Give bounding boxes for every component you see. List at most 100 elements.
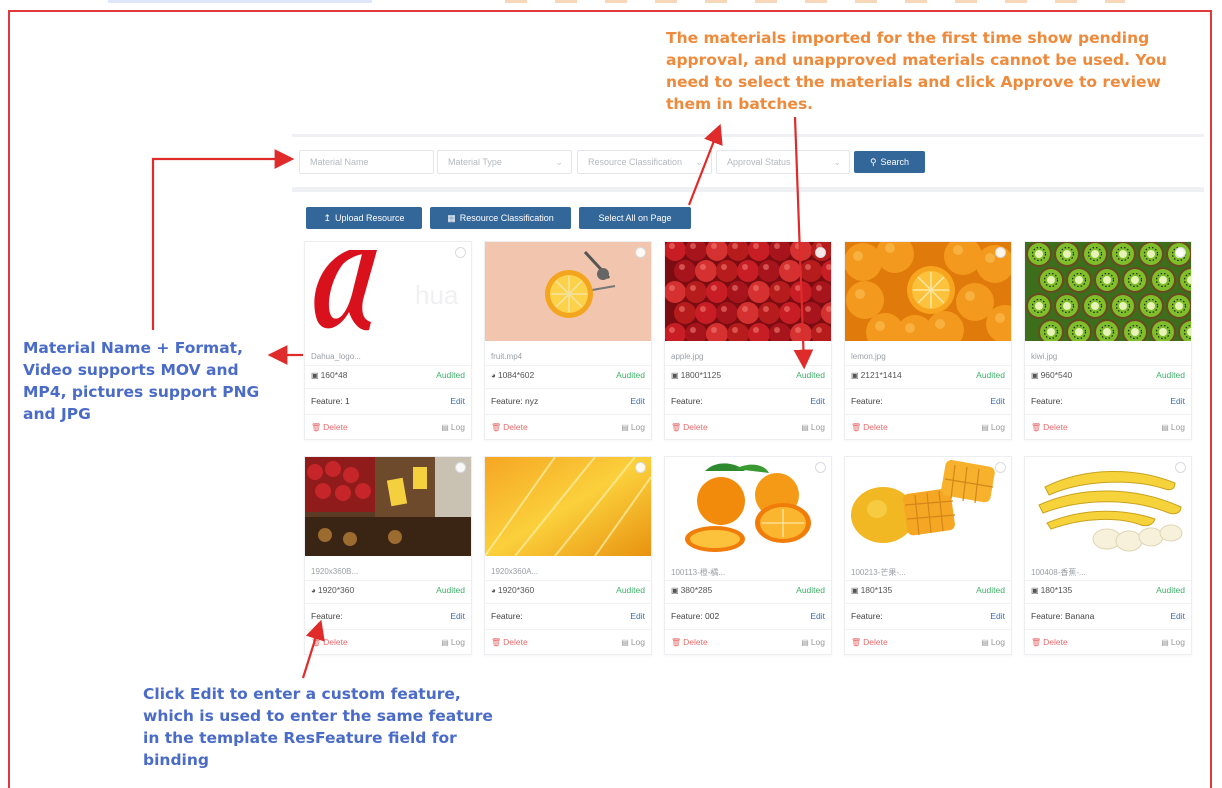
resource-classification-label: Resource Classification <box>459 213 554 223</box>
card-divider <box>1025 580 1191 581</box>
material-card[interactable]: 100408-香蕉-... ▣ 180*135 Audited Feature: Ban… <box>1024 456 1192 655</box>
material-card[interactable]: lemon.jpg ▣ 2121*1414 Audited Feature: Edit 🗑 D… <box>844 241 1012 440</box>
material-thumbnail[interactable] <box>1025 457 1191 556</box>
delete-button[interactable]: 🗑 Delete <box>851 422 888 432</box>
upload-resource-button[interactable]: ↥ Upload Resource <box>306 207 422 229</box>
log-button[interactable]: ▤ Log <box>801 637 825 647</box>
material-card[interactable]: fruit.mp4 ◕ 1084*602 Audited Feature: nyz Edi… <box>484 241 652 440</box>
material-card[interactable]: hua Dahua_logo... ▣ 160*48 Audited Feature: 1… <box>304 241 472 440</box>
material-thumbnail[interactable] <box>845 457 1011 556</box>
material-card[interactable]: 1920x360B... ◕ 1920*360 Audited Feature: Edit… <box>304 456 472 655</box>
card-divider <box>1025 629 1191 630</box>
edit-button[interactable]: Edit <box>1170 396 1185 406</box>
log-button[interactable]: ▤ Log <box>621 637 645 647</box>
material-thumbnail[interactable]: hua <box>305 242 471 341</box>
material-size-value: 180*135 <box>1040 585 1073 595</box>
material-thumbnail[interactable] <box>485 457 651 556</box>
image-icon: ▣ <box>671 586 679 595</box>
feature-field: Feature: <box>1031 396 1063 406</box>
card-divider <box>665 365 831 366</box>
image-icon: ▣ <box>851 586 859 595</box>
card-divider <box>665 603 831 604</box>
material-thumbnail[interactable] <box>665 457 831 556</box>
log-button[interactable]: ▤ Log <box>441 422 465 432</box>
material-size-value: 960*540 <box>1040 370 1073 380</box>
log-button[interactable]: ▤ Log <box>1161 422 1185 432</box>
log-button[interactable]: ▤ Log <box>981 637 1005 647</box>
select-radio[interactable] <box>635 247 646 258</box>
card-divider <box>845 414 1011 415</box>
status-badge: Audited <box>616 585 645 595</box>
material-thumbnail[interactable] <box>305 457 471 556</box>
resource-classification-button[interactable]: ▦ Resource Classification <box>430 207 571 229</box>
material-size: ▣ 380*285 <box>671 585 712 595</box>
material-name: fruit.mp4 <box>491 352 523 361</box>
material-name: apple.jpg <box>671 352 704 361</box>
search-button-label: Search <box>880 157 910 167</box>
log-button[interactable]: ▤ Log <box>981 422 1005 432</box>
material-card[interactable]: 1920x360A... ◕ 1920*360 Audited Feature: Edit… <box>484 456 652 655</box>
select-radio[interactable] <box>1175 247 1186 258</box>
edit-button[interactable]: Edit <box>450 396 465 406</box>
edit-note: Click Edit to enter a custom feature, whi… <box>143 685 493 769</box>
select-radio[interactable] <box>995 462 1006 473</box>
edit-button[interactable]: Edit <box>630 611 645 621</box>
select-radio[interactable] <box>455 247 466 258</box>
resource-classification-select[interactable]: Resource Classification ⌄ <box>577 150 712 174</box>
log-button[interactable]: ▤ Log <box>441 637 465 647</box>
material-thumbnail[interactable] <box>845 242 1011 341</box>
delete-label: Delete <box>503 422 528 432</box>
edit-button[interactable]: Edit <box>450 611 465 621</box>
material-thumbnail[interactable] <box>485 242 651 341</box>
edit-button[interactable]: Edit <box>1170 611 1185 621</box>
delete-button[interactable]: 🗑 Delete <box>1031 637 1068 647</box>
delete-button[interactable]: 🗑 Delete <box>1031 422 1068 432</box>
material-card[interactable]: 100213-芒果-... ▣ 180*135 Audited Feature: Edit… <box>844 456 1012 655</box>
material-thumbnail[interactable] <box>1025 242 1191 341</box>
delete-button[interactable]: 🗑 Delete <box>671 422 708 432</box>
delete-button[interactable]: 🗑 Delete <box>311 637 348 647</box>
material-card[interactable]: 100113-橙-橘... ▣ 380*285 Audited Feature: 002… <box>664 456 832 655</box>
log-button[interactable]: ▤ Log <box>1161 637 1185 647</box>
material-size: ▣ 1800*1125 <box>671 370 721 380</box>
trash-icon: 🗑 <box>671 423 682 432</box>
log-button[interactable]: ▤ Log <box>621 422 645 432</box>
card-divider <box>485 603 651 604</box>
select-radio[interactable] <box>635 462 646 473</box>
svg-text:hua: hua <box>415 280 459 310</box>
select-radio[interactable] <box>1175 462 1186 473</box>
material-card[interactable]: kiwi.jpg ▣ 960*540 Audited Feature: Edit 🗑 Dele… <box>1024 241 1192 440</box>
material-name-input[interactable]: Material Name <box>299 150 434 174</box>
trash-icon: 🗑 <box>491 423 502 432</box>
select-radio[interactable] <box>815 462 826 473</box>
log-icon: ▤ <box>1161 423 1169 432</box>
edit-button[interactable]: Edit <box>990 396 1005 406</box>
select-radio[interactable] <box>815 247 826 258</box>
video-icon: ◕ <box>491 371 496 380</box>
delete-button[interactable]: 🗑 Delete <box>491 637 528 647</box>
select-all-on-page-button[interactable]: Select All on Page <box>579 207 691 229</box>
delete-button[interactable]: 🗑 Delete <box>671 637 708 647</box>
material-size-value: 160*48 <box>320 370 348 380</box>
edit-button[interactable]: Edit <box>630 396 645 406</box>
edit-button[interactable]: Edit <box>990 611 1005 621</box>
delete-button[interactable]: 🗑 Delete <box>311 422 348 432</box>
log-button[interactable]: ▤ Log <box>801 422 825 432</box>
material-size: ◕ 1084*602 <box>491 370 534 380</box>
material-thumbnail[interactable] <box>665 242 831 341</box>
edit-button[interactable]: Edit <box>810 611 825 621</box>
material-card[interactable]: apple.jpg ▣ 1800*1125 Audited Feature: Edit 🗑 D… <box>664 241 832 440</box>
delete-label: Delete <box>863 637 888 647</box>
delete-button[interactable]: 🗑 Delete <box>491 422 528 432</box>
log-icon: ▤ <box>621 638 629 647</box>
video-icon: ◕ <box>311 586 316 595</box>
search-button[interactable]: ⚲ Search <box>854 151 925 173</box>
edit-button[interactable]: Edit <box>810 396 825 406</box>
material-type-select[interactable]: Material Type ⌄ <box>437 150 572 174</box>
card-divider <box>305 580 471 581</box>
delete-button[interactable]: 🗑 Delete <box>851 637 888 647</box>
card-divider <box>845 629 1011 630</box>
approval-status-select[interactable]: Approval Status ⌄ <box>716 150 850 174</box>
select-radio[interactable] <box>455 462 466 473</box>
select-radio[interactable] <box>995 247 1006 258</box>
